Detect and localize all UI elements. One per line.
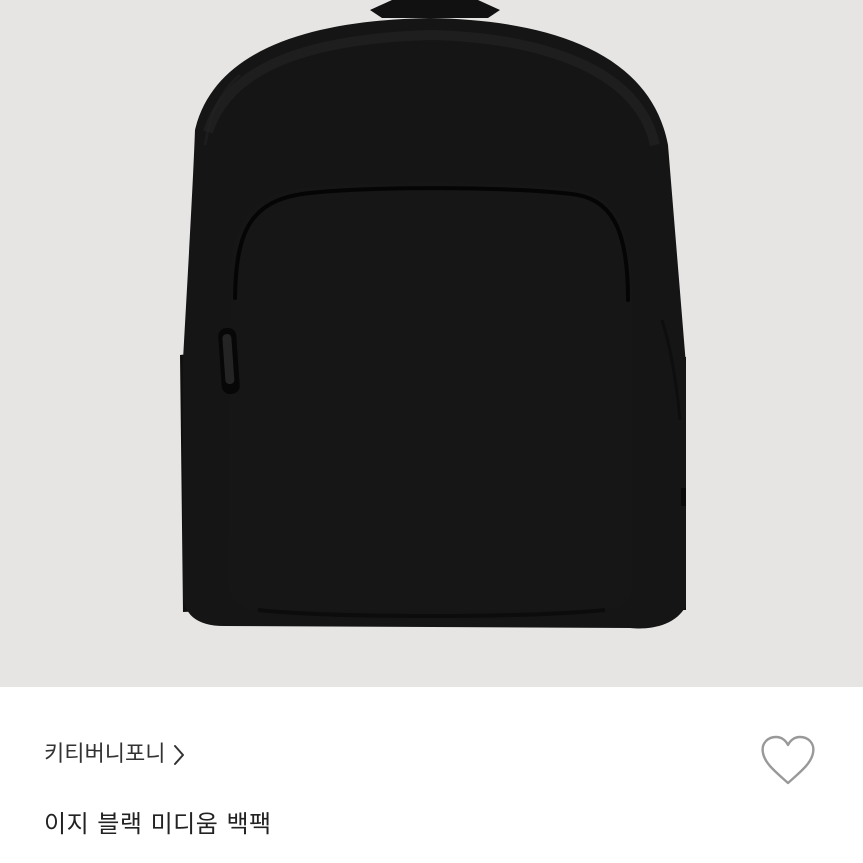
brand-link[interactable]: 키티버니포니 bbox=[44, 740, 189, 770]
like-button[interactable] bbox=[757, 733, 819, 789]
product-info: 키티버니포니 이지 블랙 미디움 백팩 bbox=[0, 687, 863, 863]
heart-outline-icon bbox=[761, 735, 815, 785]
chevron-right-icon bbox=[173, 740, 189, 770]
product-detail-page: 키티버니포니 이지 블랙 미디움 백팩 bbox=[0, 0, 863, 863]
product-name: 이지 블랙 미디움 백팩 bbox=[44, 810, 272, 838]
black-backpack-photo bbox=[0, 0, 863, 687]
brand-name: 키티버니포니 bbox=[44, 742, 166, 767]
product-image[interactable] bbox=[0, 0, 863, 687]
